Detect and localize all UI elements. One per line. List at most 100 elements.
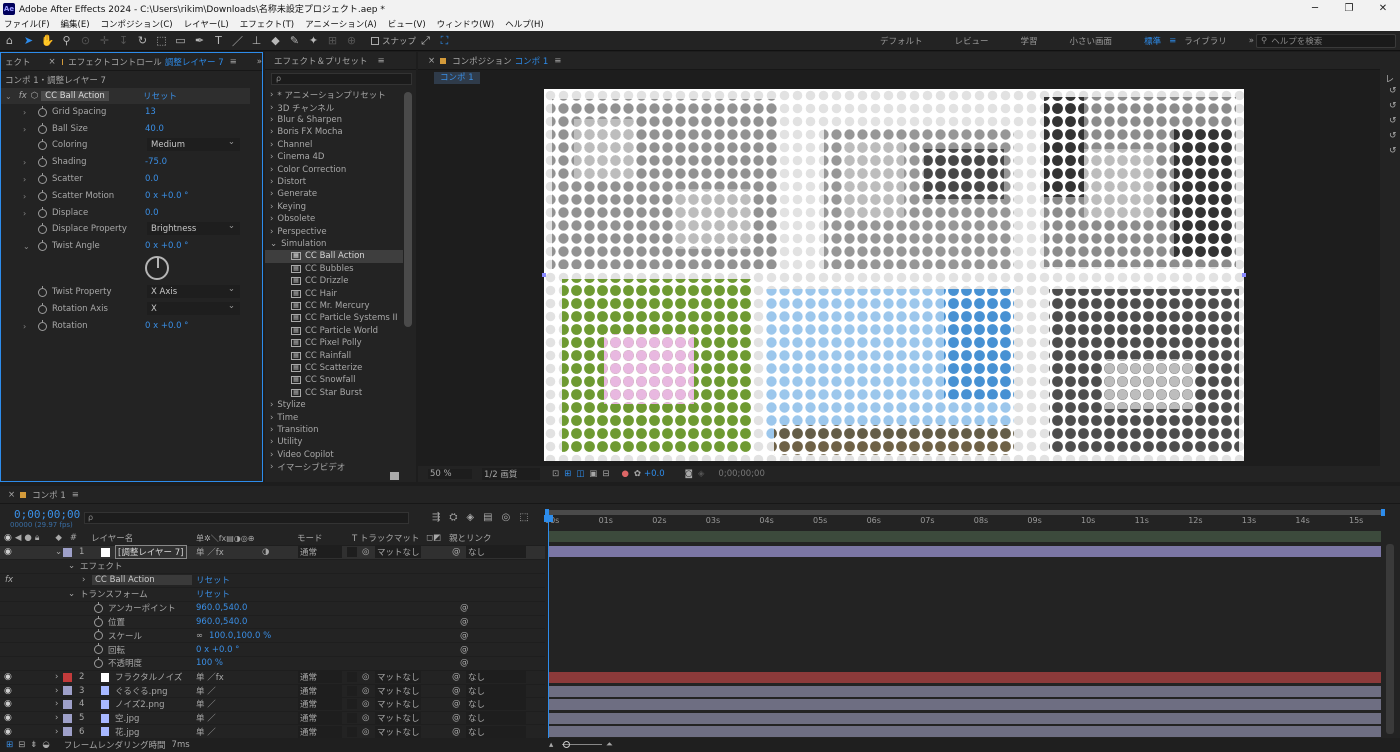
property-value[interactable]: -75.0	[145, 157, 167, 167]
preserve-transparency-icon[interactable]	[347, 699, 357, 710]
pan-behind-tool-icon[interactable]: ⬚	[152, 32, 171, 49]
current-time-indicator[interactable]	[548, 518, 549, 738]
property-dropdown[interactable]: X	[147, 301, 240, 315]
expand-chevron-icon[interactable]: ⌄	[23, 242, 30, 251]
parent-pickwhip-icon[interactable]: @	[452, 672, 461, 682]
effect-item[interactable]: ▦ CC Scatterize	[265, 362, 403, 374]
transform-reset-link[interactable]: リセット	[196, 588, 230, 600]
effect-category[interactable]: › Obsolete	[265, 213, 403, 225]
stopwatch-icon[interactable]	[38, 122, 47, 134]
zoom-dropdown[interactable]: 50 %	[428, 469, 472, 479]
parent-pickwhip-icon[interactable]: @	[452, 713, 461, 723]
time-navigator-end[interactable]	[1381, 509, 1385, 516]
workspace-library[interactable]: ライブラリ	[1184, 35, 1227, 47]
effect-item[interactable]: ▦ CC Pixel Polly	[265, 337, 403, 349]
close-icon[interactable]: ×	[8, 490, 15, 500]
workspace-overflow-icon[interactable]: »	[1249, 36, 1254, 46]
motion-blur-icon[interactable]: ◎	[502, 512, 511, 523]
fx-toggle-icon[interactable]: fx	[5, 575, 13, 585]
stopwatch-icon[interactable]	[38, 138, 47, 150]
layer-name[interactable]: ノイズ2.png	[115, 698, 165, 710]
transform-property-row[interactable]: スケール ∞ 100.0,100.0 % @	[0, 629, 545, 644]
timeline-timecode[interactable]: 0;00;00;00	[14, 508, 80, 521]
stopwatch-icon[interactable]	[38, 285, 47, 297]
time-ruler[interactable]: 00s01s02s03s04s05s06s07s08s09s10s11s12s1…	[545, 516, 1385, 530]
show-snapshot-icon[interactable]: ◈	[698, 469, 705, 479]
trackmatte-dropdown[interactable]: マットなし	[375, 712, 421, 725]
effect-category[interactable]: ⌄ Simulation	[265, 238, 403, 250]
effect-category[interactable]: › Color Correction	[265, 163, 403, 175]
frame-blending-icon[interactable]: ▤	[483, 512, 492, 523]
layer-1-bar[interactable]	[549, 546, 1381, 557]
parent-pickwhip-icon[interactable]: @	[452, 686, 461, 696]
trackmatte-pickwhip-icon[interactable]: ◎	[362, 672, 369, 682]
preserve-transparency-icon[interactable]	[347, 547, 357, 558]
composition-title-prefix[interactable]: コンポジション	[452, 55, 512, 67]
workspace-default[interactable]: デフォルト	[880, 35, 923, 47]
trackmatte-pickwhip-icon[interactable]: ◎	[362, 686, 369, 696]
parent-dropdown[interactable]: なし	[466, 712, 526, 725]
label-color-swatch[interactable]	[63, 686, 72, 696]
toggle-in-out-icon[interactable]: ⇟	[30, 740, 37, 750]
undo-icon-4[interactable]: ↺	[1389, 131, 1397, 141]
expand-chevron-icon[interactable]: ›	[23, 322, 29, 331]
expression-pickwhip-icon[interactable]: @	[460, 658, 469, 668]
panel-lock-icon[interactable]	[440, 57, 447, 64]
help-search-input[interactable]: ⚲ ヘルプを検索	[1256, 34, 1396, 48]
layer-expand-icon[interactable]: ›	[55, 713, 58, 723]
layer-expand-icon[interactable]: ›	[82, 575, 85, 585]
effect-category[interactable]: › 3D チャンネル	[265, 101, 403, 114]
effects-scrollbar[interactable]	[404, 92, 412, 327]
property-dropdown[interactable]: Brightness	[147, 221, 240, 235]
property-value[interactable]: 40.0	[145, 124, 164, 134]
layer-duration-bar[interactable]	[549, 726, 1381, 738]
eye-icon[interactable]: ◉	[4, 686, 12, 696]
trackmatte-dropdown[interactable]: マットなし	[375, 725, 421, 738]
parent-dropdown[interactable]: なし	[466, 684, 526, 697]
transform-property-row[interactable]: 回転 0 x +0.0 ° @	[0, 643, 545, 657]
stopwatch-icon[interactable]	[94, 656, 103, 668]
undo-icon-2[interactable]: ↺	[1389, 101, 1397, 111]
preserve-transparency-icon[interactable]	[347, 713, 357, 724]
workspace-standard[interactable]: 標準	[1144, 35, 1161, 47]
trackmatte-column[interactable]: T トラックマット	[352, 532, 419, 544]
layer-switches[interactable]: 单 ／	[196, 698, 216, 710]
stopwatch-icon[interactable]	[94, 615, 103, 627]
layer-switches[interactable]: 单 ／fx	[196, 546, 224, 558]
eye-icon[interactable]: ◉	[4, 547, 12, 557]
layer-expand-icon[interactable]: ›	[55, 699, 58, 709]
stopwatch-icon[interactable]	[38, 319, 47, 331]
preserve-transparency-icon[interactable]	[347, 672, 357, 683]
layer-row[interactable]: ◉ › 4 ノイズ2.png 单 ／ 通常 ◎ マットなし @ なし	[0, 698, 545, 712]
property-value[interactable]: 0.0	[145, 174, 159, 184]
expand-chevron-icon[interactable]: ›	[23, 192, 29, 201]
stopwatch-icon[interactable]	[38, 302, 47, 314]
layer-row[interactable]: ◉ › 2 フラクタルノイズ 单 ／fx 通常 ◎ マットなし @ なし	[0, 671, 545, 685]
rotation-tool-icon[interactable]: ↻	[133, 32, 152, 49]
stopwatch-icon[interactable]	[38, 206, 47, 218]
maximize-icon[interactable]: ❐	[1332, 0, 1366, 17]
trackmatte-dropdown[interactable]: マットなし	[375, 684, 421, 697]
layer-duration-bar[interactable]	[549, 699, 1381, 711]
shy-layers-icon[interactable]: ◈	[466, 512, 474, 523]
menu-layer[interactable]: レイヤー(L)	[184, 18, 229, 30]
effect-item[interactable]: ▦ CC Snowfall	[265, 374, 403, 386]
minimize-icon[interactable]: ─	[1298, 0, 1332, 17]
stopwatch-icon[interactable]	[38, 222, 47, 234]
transform-property-row[interactable]: 位置 960.0,540.0 @	[0, 615, 545, 630]
expression-pickwhip-icon[interactable]: @	[460, 645, 469, 655]
local-axis-icon[interactable]: ⊞	[323, 32, 342, 49]
expression-pickwhip-icon[interactable]: @	[460, 631, 469, 641]
property-value[interactable]: 0 x +0.0 °	[145, 321, 188, 331]
layer-expand-icon[interactable]: ›	[55, 727, 58, 737]
transform-property-value[interactable]: 0 x +0.0 °	[196, 645, 239, 655]
layer-expand-icon[interactable]: ⌄	[68, 589, 75, 599]
trackmatte-dropdown[interactable]: マットなし	[375, 698, 421, 711]
stopwatch-icon[interactable]	[94, 643, 103, 655]
expand-chevron-icon[interactable]: ›	[23, 125, 29, 134]
eye-icon[interactable]: ◉	[4, 713, 12, 723]
transparency-grid-icon[interactable]: ⊞	[564, 469, 571, 479]
timeline-search-input[interactable]: ρ	[84, 512, 409, 524]
expand-chevron-icon[interactable]: ⌄	[5, 92, 12, 101]
preserve-transparency-icon[interactable]	[347, 685, 357, 696]
